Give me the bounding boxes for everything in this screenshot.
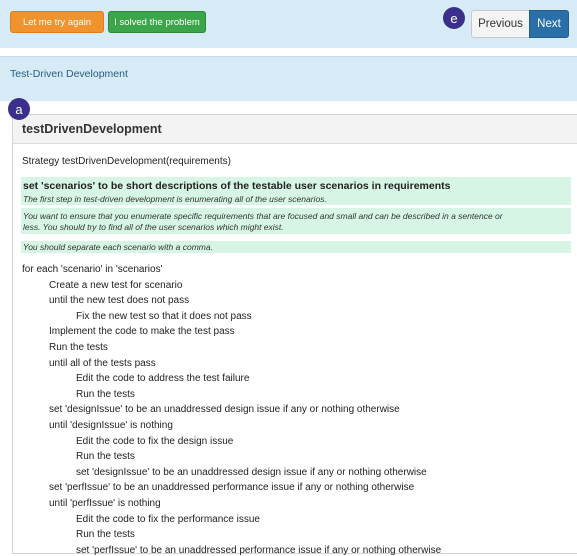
code-line: until 'designIssue' is nothing [49,420,173,431]
code-line: Implement the code to make the test pass [49,326,235,338]
code-line: Run the tests [76,451,135,463]
code-line: until 'perfIssue' is nothing [49,498,161,509]
strategy-signature: Strategy testDrivenDevelopment(requireme… [22,156,231,167]
strategy-title: testDrivenDevelopment [22,122,162,136]
i-solved-the-problem-button[interactable]: I solved the problem [108,11,206,33]
code-line: Edit the code to address the test failur… [76,373,250,385]
code-line: Create a new test for scenario [49,279,183,291]
annotation-badge-e: e [443,7,465,29]
hint-box-2: You should separate each scenario with a… [21,241,571,253]
hint-line-2: less. You should try to find all of the … [23,222,284,232]
code-line: Edit the code to fix the performance iss… [76,513,260,525]
next-button[interactable]: Next [529,10,569,38]
code-line: Fix the new test so that it does not pas… [76,310,252,322]
hint-line-1: You want to ensure that you enumerate sp… [23,211,503,221]
code-line: set 'designIssue' to be an unaddressed d… [49,404,400,416]
previous-button[interactable]: Previous [471,10,530,38]
current-step-statement: set 'scenarios' to be short descriptions… [23,180,451,192]
code-line: Run the tests [49,342,108,353]
panel-header: testDrivenDevelopment [13,115,577,144]
code-line: until the new test does not pass [49,295,190,307]
annotation-badge-a: a [8,98,30,120]
hint-separator-note: You should separate each scenario with a… [23,242,213,252]
page-title: Test-Driven Development [10,68,128,80]
strategy-panel: testDrivenDevelopment Strategy testDrive… [12,114,577,556]
code-line: until all of the tests pass [49,357,156,369]
code-line: set 'designIssue' to be an unaddressed d… [76,466,427,478]
code-line: Run the tests [76,388,135,400]
code-line: for each 'scenario' in 'scenarios' [22,264,163,275]
let-me-try-again-button[interactable]: Let me try again [10,11,104,33]
page-header: Test-Driven Development [0,56,577,101]
code-line: set 'perfIssue' to be an unaddressed per… [76,544,442,556]
hint-box: You want to ensure that you enumerate sp… [21,208,571,234]
code-line: set 'perfIssue' to be an unaddressed per… [49,482,415,494]
code-line: Edit the code to fix the design issue [76,435,234,447]
current-step-note: The first step in test-driven developmen… [23,194,327,204]
code-line: Run the tests [76,529,135,541]
top-toolbar: Let me try again I solved the problem e … [0,0,577,48]
current-step-highlight: set 'scenarios' to be short descriptions… [21,177,571,205]
